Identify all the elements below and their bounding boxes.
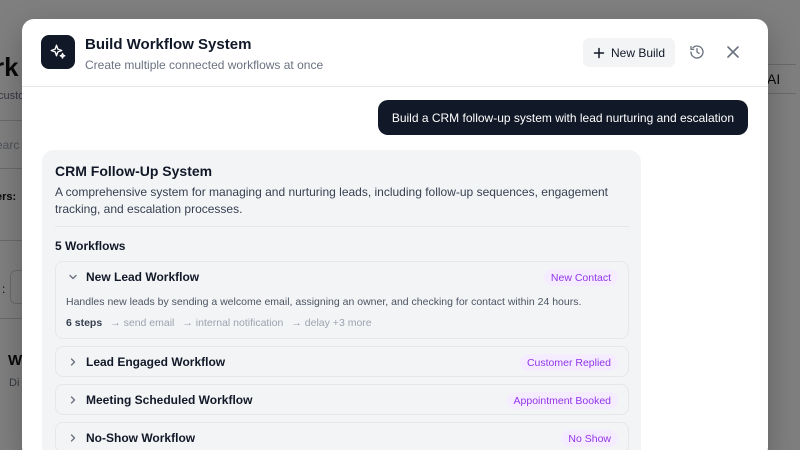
trigger-badge: New Contact xyxy=(543,269,618,286)
user-message-bubble: Build a CRM follow-up system with lead n… xyxy=(377,100,748,135)
chevron-right-icon xyxy=(67,432,79,444)
workflow-header[interactable]: Lead Engaged Workflow Customer Replied xyxy=(56,347,628,377)
system-title: CRM Follow-Up System xyxy=(55,163,213,179)
workflow-name: New Lead Workflow xyxy=(86,270,200,284)
build-workflow-modal: Build Workflow System Create multiple co… xyxy=(22,19,768,450)
system-card: CRM Follow-Up System A comprehensive sys… xyxy=(42,150,641,450)
modal-header: Build Workflow System Create multiple co… xyxy=(22,19,768,87)
trigger-badge: Appointment Booked xyxy=(506,392,618,409)
workflow-header[interactable]: No-Show Workflow No Show xyxy=(56,423,628,450)
workflow-header[interactable]: New Lead Workflow New Contact xyxy=(56,262,628,292)
new-build-button[interactable]: New Build xyxy=(583,38,675,67)
chevron-right-icon xyxy=(67,356,79,368)
workflow-item: New Lead Workflow New Contact Handles ne… xyxy=(55,261,629,339)
workflow-name: No-Show Workflow xyxy=(86,431,196,445)
modal-content[interactable]: Build a CRM follow-up system with lead n… xyxy=(22,88,768,450)
new-build-label: New Build xyxy=(610,45,666,60)
workflow-description: Handles new leads by sending a welcome e… xyxy=(66,296,582,308)
modal-subtitle: Create multiple connected workflows at o… xyxy=(85,58,324,72)
steps-count: 6 steps xyxy=(66,317,103,329)
step-item: → internal notification xyxy=(182,317,284,329)
trigger-badge: Customer Replied xyxy=(519,354,618,371)
workflow-count: 5 Workflows xyxy=(55,239,126,253)
plus-icon xyxy=(593,47,605,59)
step-item: → delay +3 more xyxy=(291,317,372,329)
divider xyxy=(55,226,629,227)
step-item: → send email xyxy=(110,317,175,329)
trigger-badge: No Show xyxy=(561,430,618,447)
system-description: A comprehensive system for managing and … xyxy=(55,185,608,216)
workflow-name: Lead Engaged Workflow xyxy=(86,355,226,369)
sparkles-icon xyxy=(41,35,75,69)
close-icon[interactable] xyxy=(722,41,744,63)
workflow-item[interactable]: Lead Engaged Workflow Customer Replied xyxy=(55,346,629,377)
chevron-right-icon xyxy=(67,394,79,406)
history-icon[interactable] xyxy=(686,41,708,63)
workflow-header[interactable]: Meeting Scheduled Workflow Appointment B… xyxy=(56,385,628,415)
workflow-steps: 6 steps → send email → internal notifica… xyxy=(66,317,372,329)
workflow-name: Meeting Scheduled Workflow xyxy=(86,393,253,407)
modal-title: Build Workflow System xyxy=(85,36,252,53)
chevron-down-icon xyxy=(67,271,79,283)
workflow-item[interactable]: No-Show Workflow No Show xyxy=(55,422,629,450)
workflow-item[interactable]: Meeting Scheduled Workflow Appointment B… xyxy=(55,384,629,415)
